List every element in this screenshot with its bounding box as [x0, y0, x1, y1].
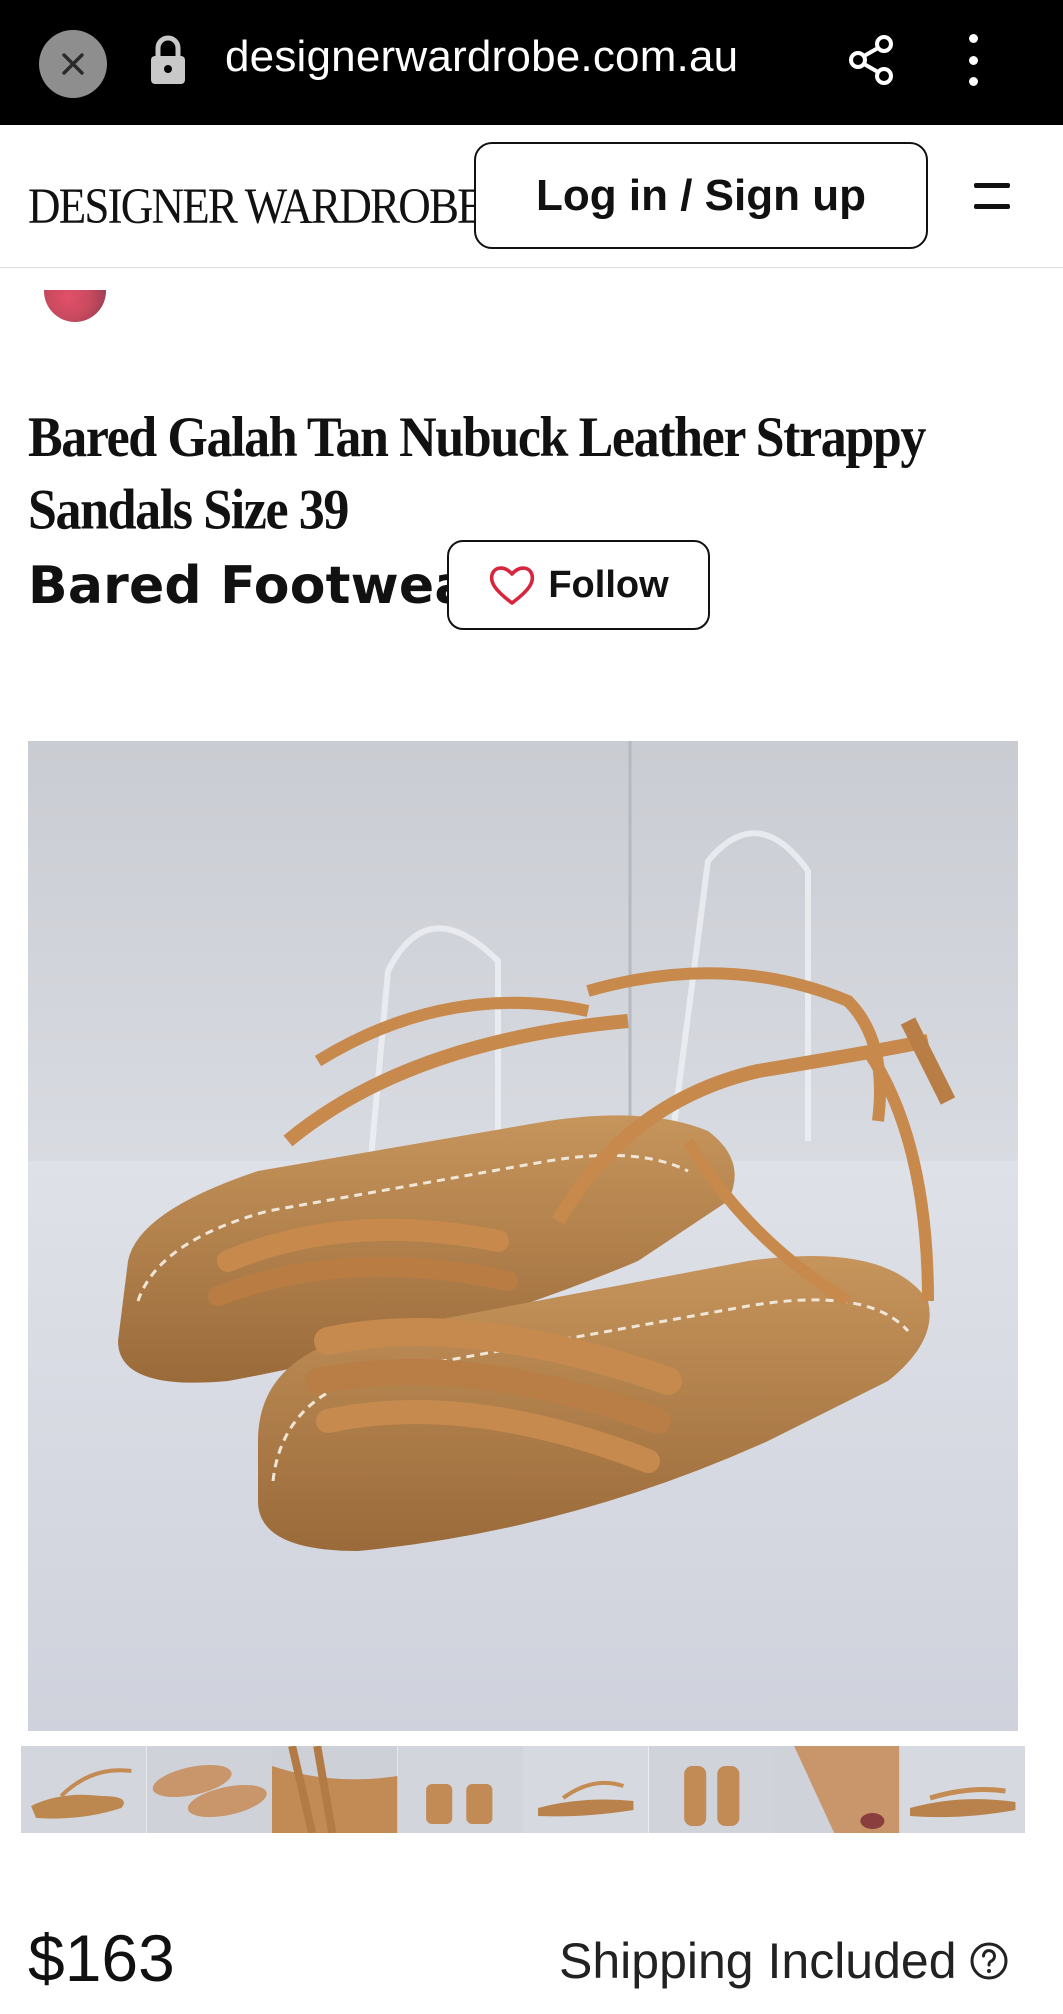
hamburger-menu-icon[interactable]: [974, 183, 1010, 209]
login-signup-button[interactable]: Log in / Sign up: [474, 142, 928, 249]
site-logo[interactable]: DESIGNER WARDROBE: [28, 177, 485, 235]
shipping-label: Shipping Included: [559, 1933, 957, 1989]
follow-label: Follow: [548, 563, 669, 606]
seller-avatar[interactable]: [44, 290, 106, 330]
product-main-image[interactable]: [28, 741, 1018, 1731]
more-vertical-icon[interactable]: [960, 34, 986, 86]
browser-toolbar: designerwardrobe.com.au: [0, 0, 1063, 125]
question-circle-icon[interactable]: [969, 1941, 1009, 1981]
thumbnail[interactable]: [397, 1746, 523, 1833]
brand-name[interactable]: Bared Footwear: [28, 556, 496, 616]
thumbnail[interactable]: [899, 1746, 1025, 1833]
product-price: $163: [28, 1921, 175, 1995]
thumbnail[interactable]: [21, 1746, 147, 1833]
close-tab-button[interactable]: [39, 30, 107, 98]
thumbnail[interactable]: [523, 1746, 649, 1833]
product-title: Bared Galah Tan Nubuck Leather Strappy S…: [28, 406, 926, 542]
close-icon: [62, 53, 84, 75]
url-bar[interactable]: designerwardrobe.com.au: [225, 32, 738, 82]
follow-button[interactable]: Follow: [447, 540, 710, 630]
share-icon[interactable]: [846, 34, 896, 86]
shipping-info: Shipping Included: [559, 1932, 1009, 1990]
thumbnail[interactable]: [146, 1746, 272, 1833]
heart-icon: [490, 566, 535, 605]
thumbnail-strip: [21, 1746, 1025, 1833]
thumbnail[interactable]: [272, 1746, 398, 1833]
site-header: DESIGNER WARDROBE Log in / Sign up: [0, 125, 1063, 268]
thumbnail[interactable]: [774, 1746, 900, 1833]
thumbnail[interactable]: [648, 1746, 774, 1833]
sandals-photo: [28, 741, 1018, 1731]
lock-icon: [151, 35, 185, 84]
